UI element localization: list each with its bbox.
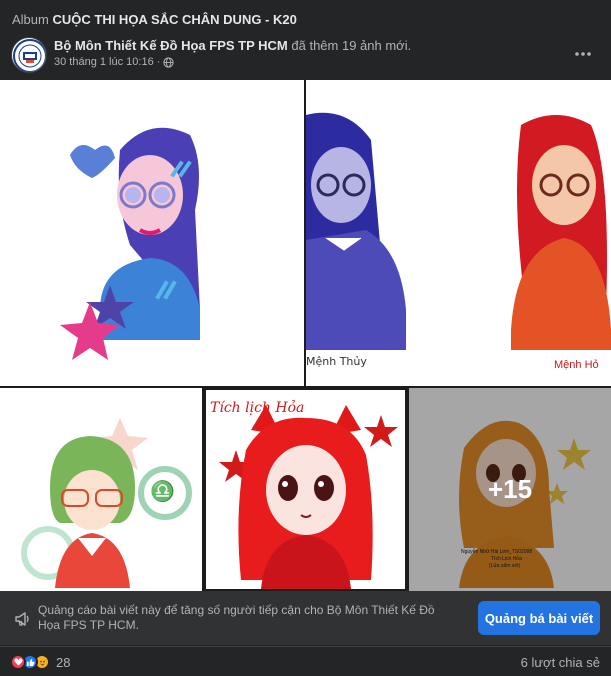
photo-grid: Mệnh Thủy Mệnh Hỏ ♎ Tích lịch Hỏa Nguyễn… [0, 80, 611, 591]
label-thuy: Mệnh Thủy [306, 355, 367, 368]
more-photos-overlay[interactable]: +15 [409, 388, 611, 591]
label-hoa: Mệnh Hỏ [554, 359, 599, 371]
globe-icon[interactable] [163, 56, 175, 68]
libra-icon: ♎ [150, 479, 175, 503]
post-author-line: Bộ Môn Thiết Kế Đồ Họa FPS TP HCM đã thê… [54, 38, 411, 53]
portrait-illustration-icon [0, 80, 304, 386]
more-dots-icon [575, 52, 591, 56]
page-logo-icon [13, 39, 46, 72]
reactions-summary[interactable]: 28 [10, 654, 70, 670]
post-timestamp[interactable]: 30 tháng 1 lúc 10:16 [54, 56, 154, 68]
portrait-illustration-icon: Tích lịch Hỏa [206, 390, 405, 589]
shares-count[interactable]: 6 lượt chia sẻ [521, 655, 600, 670]
photo-4[interactable]: Tích lịch Hỏa [204, 388, 407, 591]
meta-separator: · [156, 56, 161, 68]
promote-post-text: Quảng cáo bài viết này để tăng số người … [38, 603, 435, 632]
photo-3[interactable]: ♎ [0, 388, 202, 591]
love-reaction-icon [10, 654, 26, 670]
album-prefix: Album [12, 12, 49, 27]
post-action-text: đã thêm 19 ảnh mới. [291, 38, 412, 53]
post-footer: 28 6 lượt chia sẻ [0, 646, 611, 676]
elements-illustration-icon: Mệnh Thủy Mệnh Hỏ [306, 80, 611, 386]
post-header: Bộ Môn Thiết Kế Đồ Họa FPS TP HCM đã thê… [0, 34, 611, 80]
portrait-illustration-icon: ♎ [0, 388, 202, 591]
album-title[interactable]: CUỘC THI HỌA SẮC CHÂN DUNG - K20 [52, 12, 296, 27]
album-header: Album CUỘC THI HỌA SẮC CHÂN DUNG - K20 [0, 0, 611, 34]
more-options-button[interactable] [569, 40, 597, 68]
photo-1[interactable] [0, 80, 304, 386]
more-photos-count: +15 [487, 474, 533, 504]
promote-post-button[interactable]: Quảng bá bài viết [478, 601, 600, 635]
promote-post-bar: Quảng cáo bài viết này để tăng số người … [0, 591, 611, 645]
photo-2[interactable]: Mệnh Thủy Mệnh Hỏ [306, 80, 611, 386]
reaction-count[interactable]: 28 [56, 655, 70, 670]
page-avatar[interactable] [11, 37, 47, 73]
photo-title-tich-lich-hoa: Tích lịch Hỏa [210, 399, 304, 416]
author-name-link[interactable]: Bộ Môn Thiết Kế Đồ Họa FPS TP HCM [54, 38, 288, 53]
photo-5-more[interactable]: Nguyễn Nhữ Hải Linh_TS02998 Tích Lịch Hỏ… [409, 388, 611, 591]
post-meta: 30 tháng 1 lúc 10:16 · [54, 56, 175, 68]
megaphone-icon [15, 612, 29, 626]
